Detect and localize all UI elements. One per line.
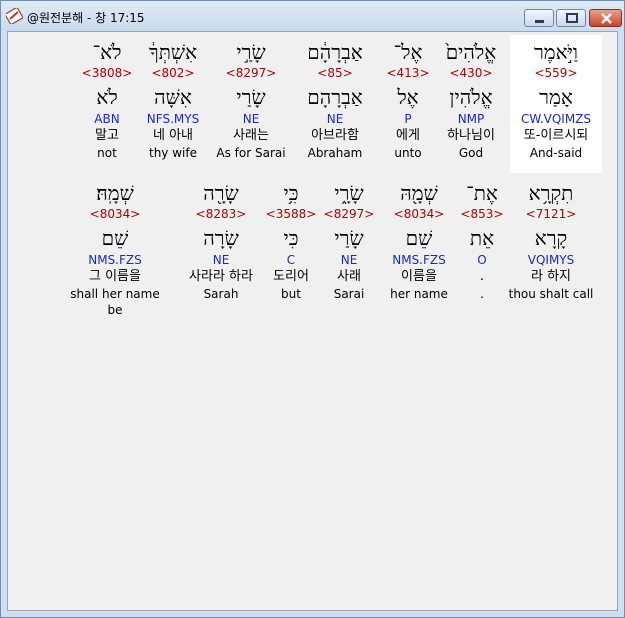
lemma-word: שָׂרָה [203, 226, 239, 250]
korean-gloss: 또-이르시되 [523, 128, 589, 143]
hebrew-word: וַיֹּ֣אמֶר [533, 40, 579, 64]
strongs-number: <3808> [81, 66, 133, 80]
parsing-code: ABN [94, 112, 120, 126]
maximize-button[interactable] [556, 9, 586, 27]
word-cell[interactable]: לֹא־ <3808> לֹא ABN 말고 not [55, 35, 159, 173]
parsing-code: NE [212, 253, 230, 267]
english-gloss: And-said [529, 146, 583, 160]
app-icon [6, 8, 23, 24]
interlinear-panel[interactable]: וַיֹּ֣אמֶר <559> אָמַר CW.VQIMZS 또-이르시되 And-s… [7, 31, 618, 611]
app-window: @원전분해 - 창 17:15 וַיֹּ֣אמֶר <559> אָמַר CW.V… [0, 0, 625, 618]
word-cell[interactable]: שָׂרָ֖ה <8283> שָׂרָה NE 사라라 하라 Sarah [169, 176, 273, 313]
close-icon [601, 13, 612, 24]
english-gloss: not [97, 146, 117, 160]
window-title: @원전분해 - 창 17:15 [27, 11, 145, 25]
word-cell[interactable]: וַיֹּ֣אמֶר <559> אָמַר CW.VQIMZS 또-이르시되 And-s… [510, 35, 602, 173]
word-cell[interactable]: שְׁמָֽהּ׃ <8034> שֵׁם NMS.FZS 그 이름을 shall her… [63, 176, 167, 317]
korean-gloss: 말고 [95, 128, 119, 143]
minimize-button[interactable] [524, 9, 554, 27]
maximize-icon [566, 13, 578, 23]
title-bar[interactable]: @원전분해 - 창 17:15 [1, 1, 624, 31]
strongs-number: <559> [534, 66, 578, 80]
parsing-code: NMS.FZS [88, 253, 142, 267]
lemma-word: אָמַר [539, 85, 573, 109]
hebrew-word: לֹא־ [92, 40, 122, 64]
hebrew-word: שָׂרָ֖ה [203, 181, 239, 205]
korean-gloss: 사라라 하라 [189, 269, 253, 284]
english-gloss: shall her name be [70, 287, 160, 317]
parsing-code: CW.VQIMZS [520, 112, 592, 126]
lemma-word: שֵׁם [101, 226, 129, 250]
english-gloss: Sarah [203, 287, 239, 301]
hebrew-word: שְׁמָֽהּ׃ [96, 181, 134, 205]
close-button[interactable] [589, 9, 622, 27]
strongs-number: <8034> [89, 207, 141, 221]
strongs-number: <8283> [195, 207, 247, 221]
korean-gloss: 그 이름을 [89, 269, 141, 284]
lemma-word: לֹא [96, 85, 118, 109]
minimize-icon [535, 20, 544, 23]
